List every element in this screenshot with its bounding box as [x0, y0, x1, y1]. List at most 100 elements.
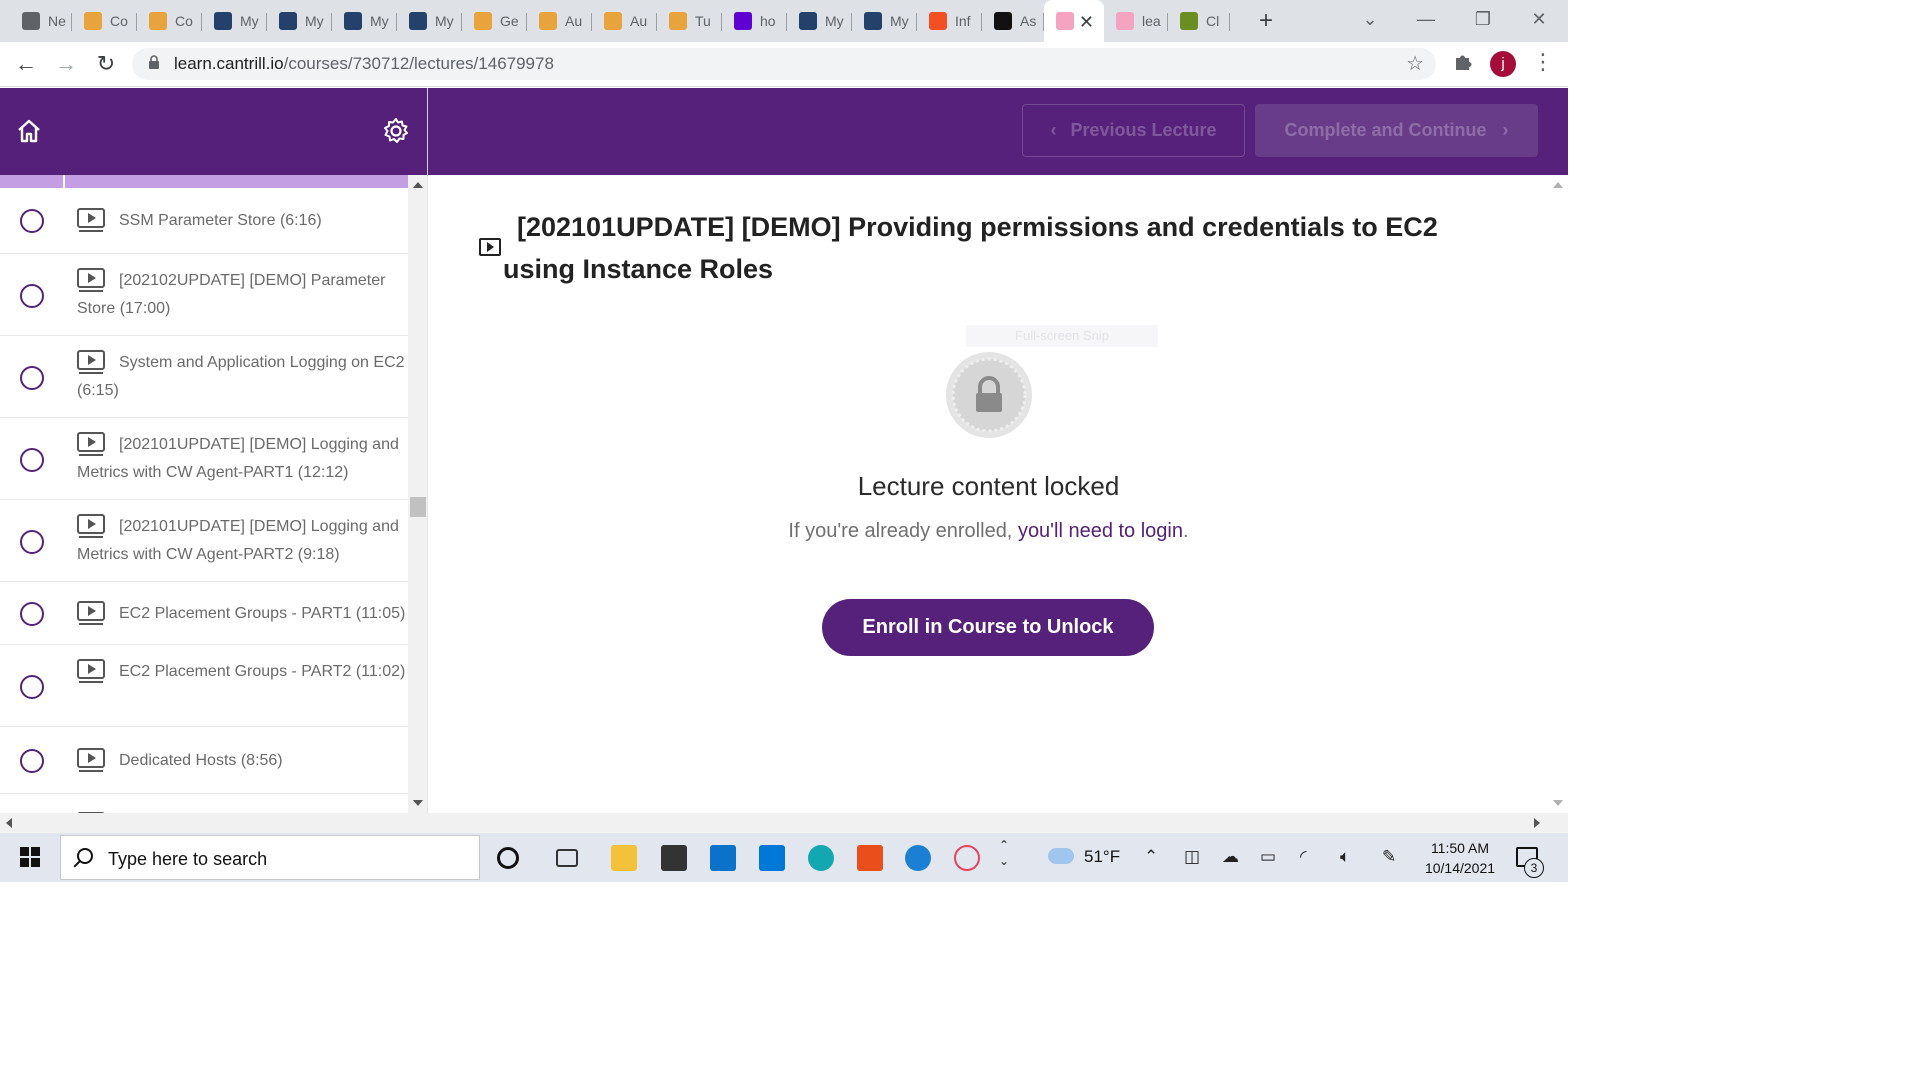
video-lecture-icon [479, 238, 501, 256]
close-tab-icon[interactable]: ✕ [1079, 12, 1094, 33]
scrollbar-thumb[interactable] [410, 497, 426, 517]
taskbar-scroll-icon[interactable]: ⌃ ⌄ [999, 837, 1009, 869]
browser-tab[interactable]: Cl [1168, 6, 1230, 36]
browser-tab[interactable]: Ne [10, 6, 72, 36]
main-scrollbar[interactable] [1548, 175, 1568, 813]
complete-and-continue-button[interactable]: Complete and Continue › [1255, 104, 1538, 157]
browser-tab[interactable]: ✕ [1044, 0, 1104, 42]
wifi-icon[interactable]: ◜ [1300, 847, 1307, 867]
completion-circle-icon[interactable] [20, 365, 44, 390]
browser-tab[interactable]: Tu [657, 6, 722, 36]
horizontal-scrollbar[interactable] [0, 813, 1568, 833]
globe-icon [22, 12, 40, 30]
lecture-item[interactable]: EC2 Placement Groups - PART1 (11:05) [0, 583, 408, 645]
lock-icon [149, 55, 159, 69]
sidebar-scrollbar[interactable] [408, 175, 427, 813]
address-bar[interactable]: learn.cantrill.io/courses/730712/lecture… [132, 48, 1436, 80]
dell-app-icon[interactable] [759, 845, 785, 871]
quick-assist-icon[interactable] [808, 845, 834, 871]
lecture-item-text: SSM Parameter Store (6:16) [77, 207, 407, 235]
browser-tab[interactable]: Au [527, 6, 592, 36]
browser-tab[interactable]: My [852, 6, 917, 36]
onedrive-cloud-icon[interactable]: ☁ [1222, 847, 1239, 867]
browser-menu-icon[interactable]: ⋮ [1532, 49, 1554, 75]
scroll-left-arrow-icon[interactable] [6, 818, 12, 828]
browser-tab[interactable]: Ge [462, 6, 527, 36]
forward-arrow-icon[interactable]: → [52, 50, 80, 78]
back-arrow-icon[interactable]: ← [12, 50, 40, 78]
browser-tab[interactable]: Inf [917, 6, 982, 36]
volume-icon[interactable]: 🔈︎ [1340, 847, 1350, 867]
lecture-item[interactable]: Dedicated Hosts (8:56) [0, 728, 408, 794]
lecture-item-title: Dedicated Hosts (8:56) [119, 752, 283, 769]
browser-tab[interactable]: My [202, 6, 267, 36]
browser-tab[interactable]: ho [722, 6, 787, 36]
lecture-item[interactable]: SSM Parameter Store (6:16) [0, 188, 408, 254]
teachable-icon [1056, 12, 1074, 30]
scroll-up-arrow-icon[interactable] [413, 182, 423, 188]
bookmark-icon [279, 12, 297, 30]
completion-circle-icon[interactable] [20, 602, 44, 626]
windows-start-icon[interactable] [20, 847, 40, 867]
scroll-right-arrow-icon[interactable] [1534, 818, 1540, 828]
pen-icon[interactable]: ✎ [1382, 847, 1396, 867]
extensions-puzzle-icon[interactable] [1452, 50, 1474, 72]
box-icon [474, 12, 492, 30]
battery-icon[interactable]: ▭ [1260, 847, 1276, 867]
close-window-button[interactable]: ✕ [1519, 5, 1559, 33]
video-icon [77, 350, 105, 374]
new-tab-button[interactable]: + [1254, 7, 1278, 35]
enroll-button[interactable]: Enroll in Course to Unlock [822, 599, 1154, 656]
lecture-item[interactable]: System and Application Logging on EC2 (6… [0, 337, 408, 418]
completion-circle-icon[interactable] [20, 674, 44, 699]
login-link[interactable]: you'll need to login [1018, 520, 1183, 542]
tab-search-icon[interactable]: ⌄ [1350, 5, 1390, 33]
browser-tab[interactable]: My [397, 6, 462, 36]
minimize-button[interactable]: — [1406, 5, 1446, 33]
browser-tab[interactable]: My [267, 6, 332, 36]
browser-tab[interactable]: My [332, 6, 397, 36]
lecture-item[interactable]: EC2 Placement Groups - PART2 (11:02) [0, 646, 408, 727]
store-icon[interactable] [661, 845, 687, 871]
task-view-icon[interactable] [556, 849, 578, 867]
meet-now-icon[interactable]: ◫ [1184, 847, 1200, 867]
scroll-down-arrow-icon[interactable] [413, 800, 423, 806]
browser-tab[interactable]: lea [1104, 6, 1168, 36]
lecture-item[interactable]: [202101UPDATE] [DEMO] Logging and Metric… [0, 419, 408, 500]
completion-circle-icon[interactable] [20, 283, 44, 308]
lecture-item[interactable]: [202101UPDATE] [DEMO] Logging and Metric… [0, 501, 408, 582]
show-hidden-icons-chevron-icon[interactable]: ⌃ [1144, 847, 1158, 867]
lecture-item[interactable]: Enhanced Networking & EBS [0, 795, 408, 813]
taskbar-clock[interactable]: 11:50 AM 10/14/2021 [1420, 838, 1500, 878]
lecture-item[interactable]: [202102UPDATE] [DEMO] Parameter Store (1… [0, 255, 408, 336]
file-explorer-icon[interactable] [611, 845, 637, 871]
browser-tab[interactable]: As [982, 6, 1044, 36]
profile-avatar[interactable]: j [1490, 51, 1516, 77]
browser-tab[interactable]: Au [592, 6, 657, 36]
browser-tab[interactable]: Co [72, 6, 137, 36]
weather-temperature: 51°F [1084, 847, 1121, 866]
completion-circle-icon[interactable] [20, 529, 44, 554]
taskbar-search-box[interactable]: Type here to search [60, 835, 480, 880]
office-icon[interactable] [857, 845, 883, 871]
gear-icon[interactable] [382, 117, 410, 145]
reload-icon[interactable]: ↻ [92, 50, 120, 78]
restore-button[interactable]: ❐ [1463, 5, 1503, 33]
cortana-icon[interactable] [497, 847, 519, 869]
completion-circle-icon[interactable] [20, 209, 44, 233]
browser-tab[interactable]: Co [137, 6, 202, 36]
snip-sketch-icon[interactable] [954, 845, 980, 871]
browser-tab-label: Cl [1206, 13, 1220, 29]
browser-tab[interactable]: My [787, 6, 852, 36]
bookmark-star-icon[interactable]: ☆ [1406, 51, 1424, 76]
completion-circle-icon[interactable] [20, 447, 44, 472]
home-icon[interactable] [16, 118, 42, 144]
previous-lecture-button[interactable]: ‹ Previous Lecture [1022, 104, 1245, 157]
lecture-item-text: EC2 Placement Groups - PART1 (11:05) [77, 600, 407, 628]
main-scroll-up-icon[interactable] [1553, 182, 1563, 188]
completion-circle-icon[interactable] [20, 749, 44, 773]
mail-icon[interactable] [710, 845, 736, 871]
weather-widget[interactable]: 51°F [1048, 847, 1120, 867]
main-scroll-down-icon[interactable] [1553, 800, 1563, 806]
get-help-icon[interactable] [905, 845, 931, 871]
